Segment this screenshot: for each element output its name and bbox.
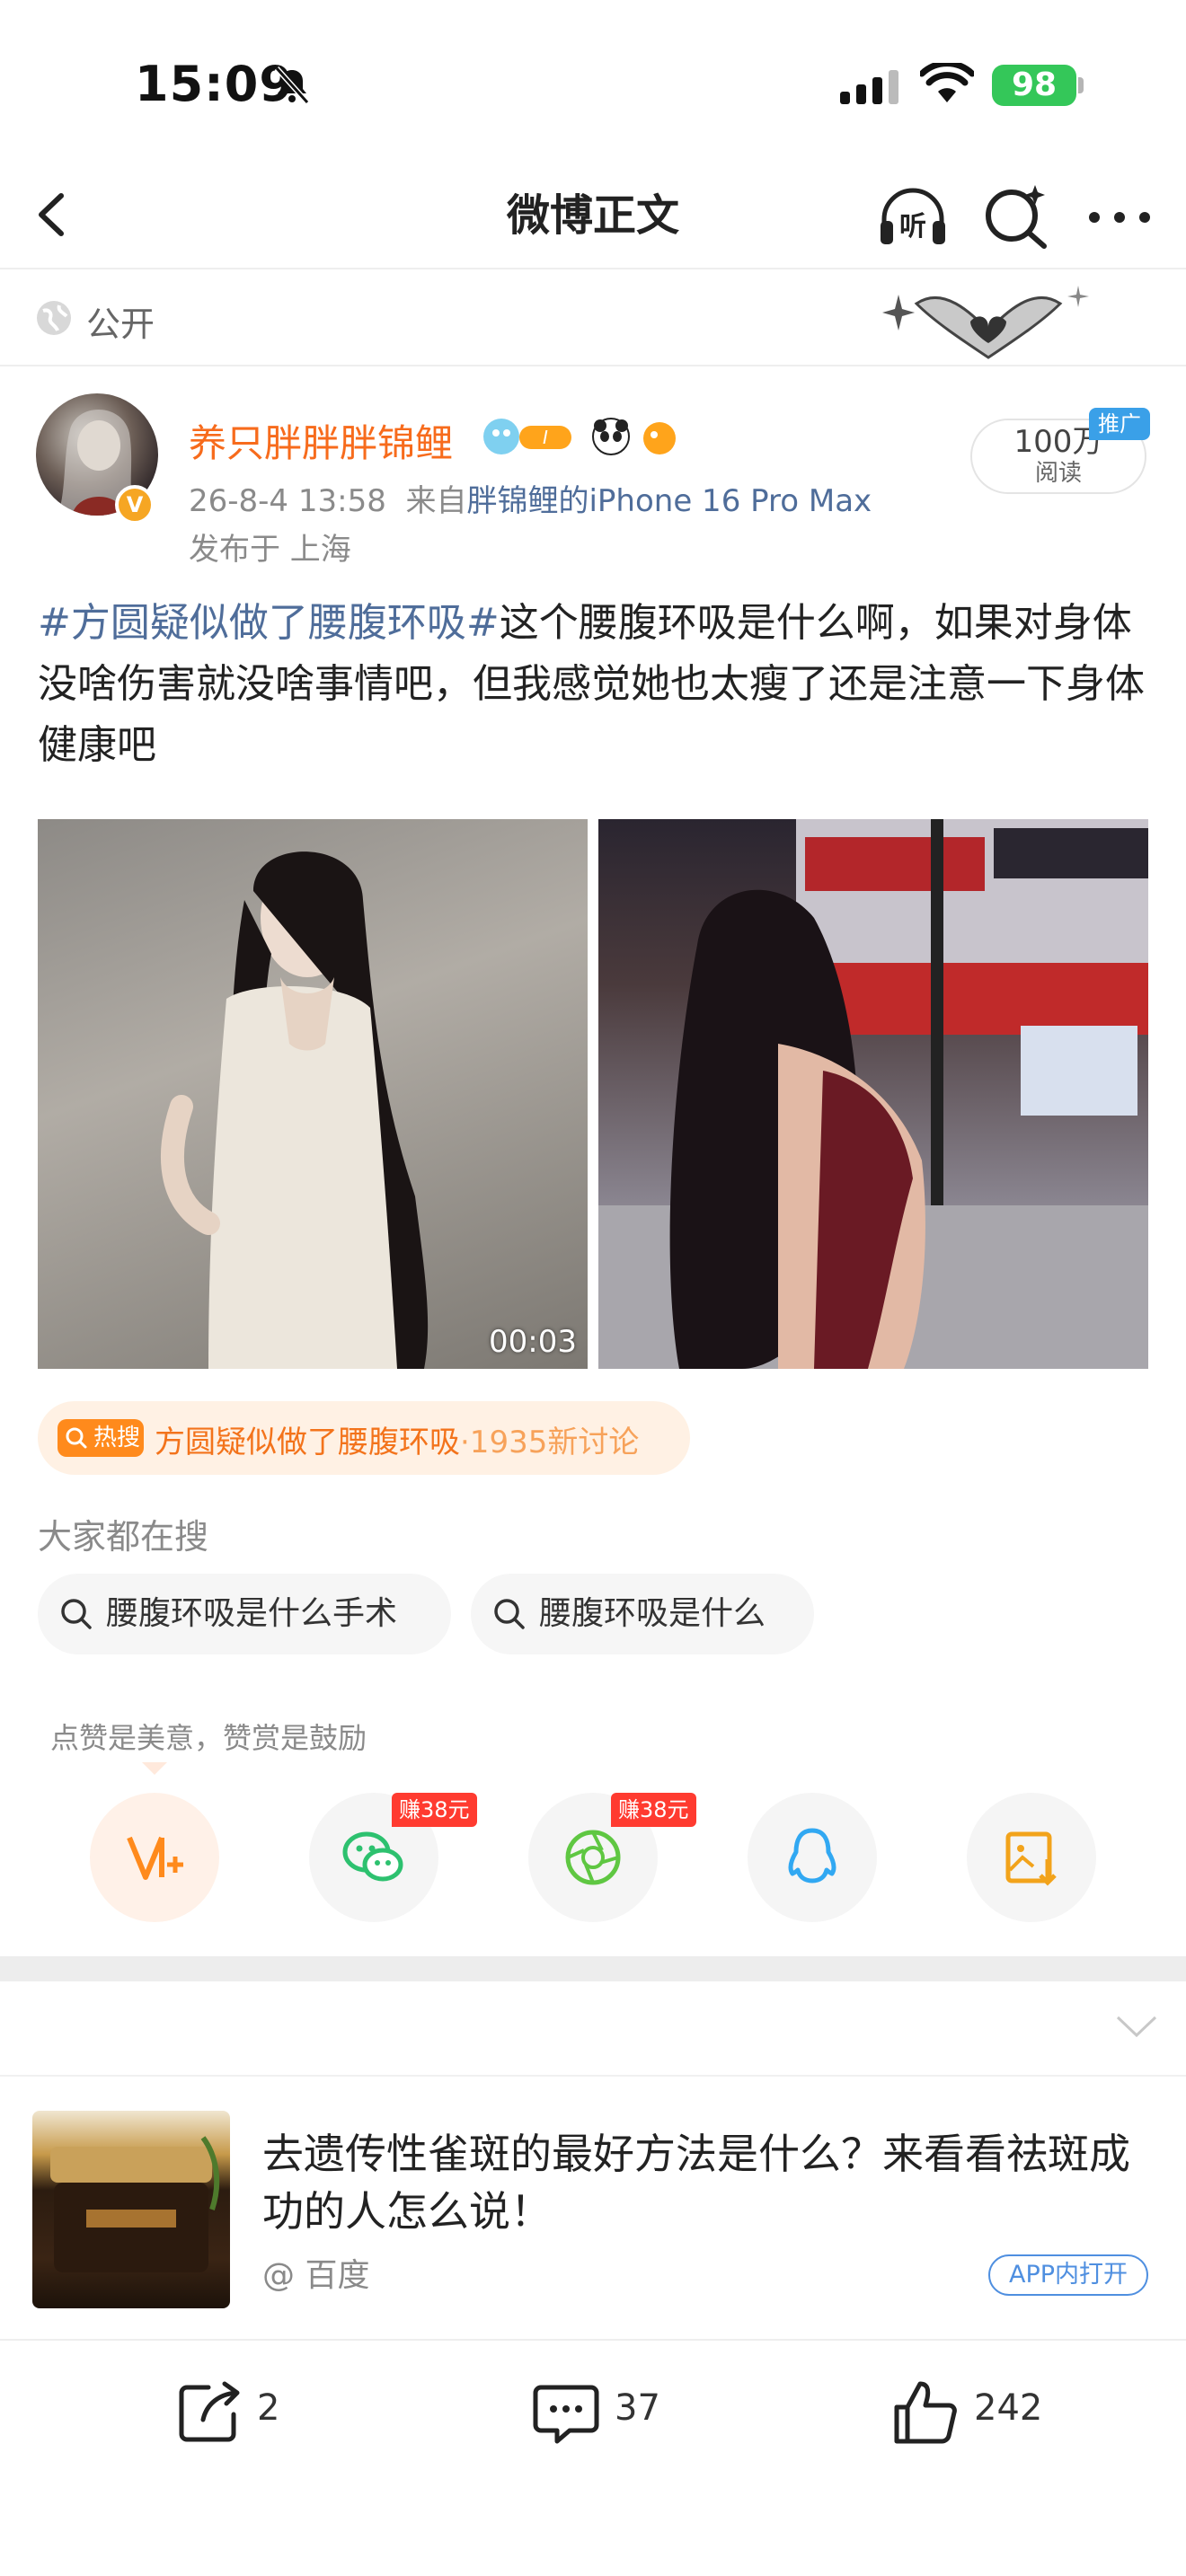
open-in-app-button[interactable]: APP内打开 xyxy=(988,2254,1148,2296)
author-name[interactable]: 养只胖胖胖锦鲤 xyxy=(189,413,453,468)
battery-tip xyxy=(1078,77,1084,93)
search-chip-label: 腰腹环吸是什么 xyxy=(539,1595,766,1632)
search-icon xyxy=(66,1427,87,1449)
wifi-icon xyxy=(920,63,974,102)
save-image-button[interactable] xyxy=(967,1793,1096,1922)
decorative-badge-icon xyxy=(882,286,1089,359)
search-chip-label: 腰腹环吸是什么手术 xyxy=(106,1595,398,1632)
search-icon xyxy=(494,1599,525,1629)
thumbs-up-icon xyxy=(894,2381,957,2444)
repost-button[interactable]: 2 xyxy=(171,2371,314,2452)
comment-count: 37 xyxy=(615,2387,660,2429)
search-icon xyxy=(61,1599,92,1629)
topic-link[interactable]: #方圆疑似做了腰腹环吸# xyxy=(38,600,500,646)
chevron-down-icon[interactable] xyxy=(1114,2012,1159,2039)
svg-text:I: I xyxy=(543,427,548,448)
wechat-icon xyxy=(342,1831,403,1882)
source-prefix: 来自 xyxy=(405,483,467,519)
verified-badge-icon: V xyxy=(115,485,155,525)
ad-source: @ 百度 xyxy=(262,2257,370,2294)
reward-button[interactable] xyxy=(90,1793,219,1922)
globe-icon xyxy=(37,301,71,335)
more-dots-icon[interactable] xyxy=(1084,199,1155,235)
earn-badge: 赚38元 xyxy=(611,1793,696,1827)
divider xyxy=(0,2339,1186,2341)
save-image-icon xyxy=(1005,1831,1057,1886)
search-chip[interactable]: 腰腹环吸是什么 xyxy=(471,1574,814,1654)
svg-text:听: 听 xyxy=(899,211,926,243)
ad-thumbnail[interactable] xyxy=(32,2111,230,2308)
post-date: 26-8-4 13:58 xyxy=(189,483,386,519)
section-separator xyxy=(0,1956,1186,1981)
hot-search-tag-label: 热搜 xyxy=(93,1425,141,1451)
video-duration: 00:03 xyxy=(489,1324,577,1360)
hot-search-count: ·1935新讨论 xyxy=(460,1425,640,1460)
divider xyxy=(0,2075,1186,2077)
post-source[interactable]: 胖锦鲤的iPhone 16 Pro Max xyxy=(466,483,872,519)
cellular-signal-icon xyxy=(840,70,898,104)
reward-v-plus-icon xyxy=(127,1836,183,1880)
note-pointer xyxy=(142,1762,167,1775)
earn-badge: 赚38元 xyxy=(392,1793,477,1827)
nav-bar: 微博正文 听 xyxy=(0,162,1186,269)
visibility-bar: 公开 xyxy=(0,271,1186,366)
share-qq-button[interactable] xyxy=(748,1793,877,1922)
bell-muted-icon xyxy=(274,66,310,105)
promo-tag: 推广 xyxy=(1089,408,1150,440)
visibility-label: 公开 xyxy=(86,304,155,344)
like-count: 242 xyxy=(974,2387,1043,2429)
hot-search-tag: 热搜 xyxy=(58,1419,144,1457)
search-sparkle-icon[interactable] xyxy=(981,181,1051,251)
post-video-thumbnail[interactable]: 00:03 xyxy=(38,819,588,1369)
repost-icon xyxy=(179,2381,240,2442)
repost-count: 2 xyxy=(257,2387,280,2429)
user-badges-icon[interactable]: I xyxy=(480,415,686,458)
reads-label: 阅读 xyxy=(1034,460,1082,487)
like-button[interactable]: 242 xyxy=(888,2371,1067,2452)
ad-title[interactable]: 去遗传性雀斑的最好方法是什么？来看看祛斑成功的人怎么说！ xyxy=(262,2125,1152,2240)
hot-search-text: 方圆疑似做了腰腹环吸·1935新讨论 xyxy=(155,1417,639,1461)
hot-search-title: 方圆疑似做了腰腹环吸 xyxy=(155,1425,460,1460)
post-location: 发布于 上海 xyxy=(189,532,351,568)
post-image[interactable] xyxy=(598,819,1148,1369)
hot-search-pill[interactable]: 热搜 方圆疑似做了腰腹环吸·1935新讨论 xyxy=(38,1401,690,1475)
like-reward-note: 点赞是美意，赞赏是鼓励 xyxy=(50,1721,367,1755)
qq-penguin-icon xyxy=(788,1828,836,1883)
battery-indicator: 98 xyxy=(992,65,1076,106)
everyone-search-label: 大家都在搜 xyxy=(38,1517,209,1557)
comment-icon xyxy=(533,2385,599,2444)
listen-headphones-icon[interactable]: 听 xyxy=(875,180,951,251)
post-body: #方圆疑似做了腰腹环吸#这个腰腹环吸是什么啊，如果对身体没啥伤害就没啥事情吧，但… xyxy=(38,593,1152,776)
post-meta: 26-8-4 13:58 来自胖锦鲤的iPhone 16 Pro Max xyxy=(189,476,872,520)
moments-aperture-icon xyxy=(565,1830,621,1885)
status-time: 15:09 xyxy=(135,56,294,112)
status-bar: 15:09 98 xyxy=(0,0,1186,162)
search-chip[interactable]: 腰腹环吸是什么手术 xyxy=(38,1574,451,1654)
comment-button[interactable]: 37 xyxy=(528,2371,690,2452)
